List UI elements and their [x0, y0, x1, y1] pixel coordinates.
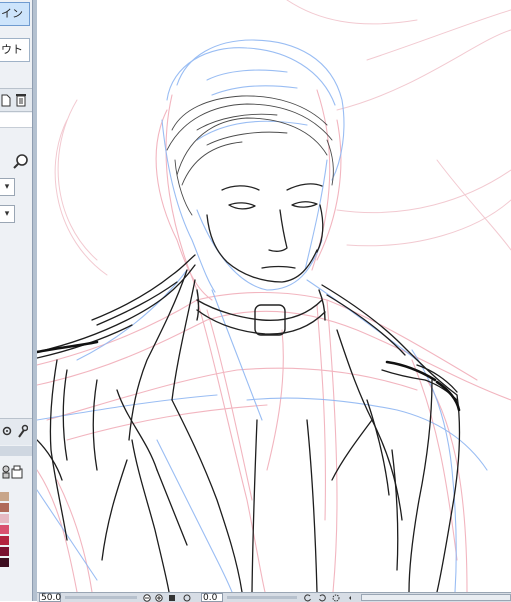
- color-swatch[interactable]: [0, 558, 9, 567]
- color-swatch[interactable]: [0, 514, 9, 523]
- color-swatch[interactable]: [0, 525, 9, 534]
- color-set-icon[interactable]: [2, 464, 10, 480]
- search-icon[interactable]: [12, 152, 30, 170]
- color-panel-header: [0, 446, 32, 456]
- wrench-icon[interactable]: [15, 423, 29, 439]
- horizontal-scrollbar[interactable]: [361, 594, 511, 601]
- color-swatch[interactable]: [0, 492, 9, 501]
- panel-header-strip: [0, 113, 32, 128]
- delete-layer-icon[interactable]: [14, 91, 28, 109]
- zoom-slider[interactable]: [65, 596, 137, 599]
- tab-layer[interactable]: イン: [0, 2, 30, 26]
- color-edit-icon[interactable]: [11, 464, 23, 480]
- color-swatch[interactable]: [0, 536, 9, 545]
- color-swatch[interactable]: [0, 547, 9, 556]
- color-swatch[interactable]: [0, 503, 9, 512]
- new-layer-icon[interactable]: [0, 91, 12, 109]
- tab-layout[interactable]: ウト: [0, 38, 30, 62]
- layer-toolbar: [0, 88, 32, 112]
- panel-bottom-toolbar: [0, 418, 32, 445]
- dropdown-blend-mode[interactable]: ▾: [0, 178, 15, 196]
- sketch-artwork: [37, 0, 511, 592]
- rotation-slider[interactable]: [227, 596, 297, 599]
- settings-icon[interactable]: [0, 423, 14, 439]
- left-tool-panel: イン ウト ▾ ▾: [0, 0, 33, 601]
- drawing-canvas[interactable]: [37, 0, 511, 592]
- dropdown-opacity[interactable]: ▾: [0, 205, 15, 223]
